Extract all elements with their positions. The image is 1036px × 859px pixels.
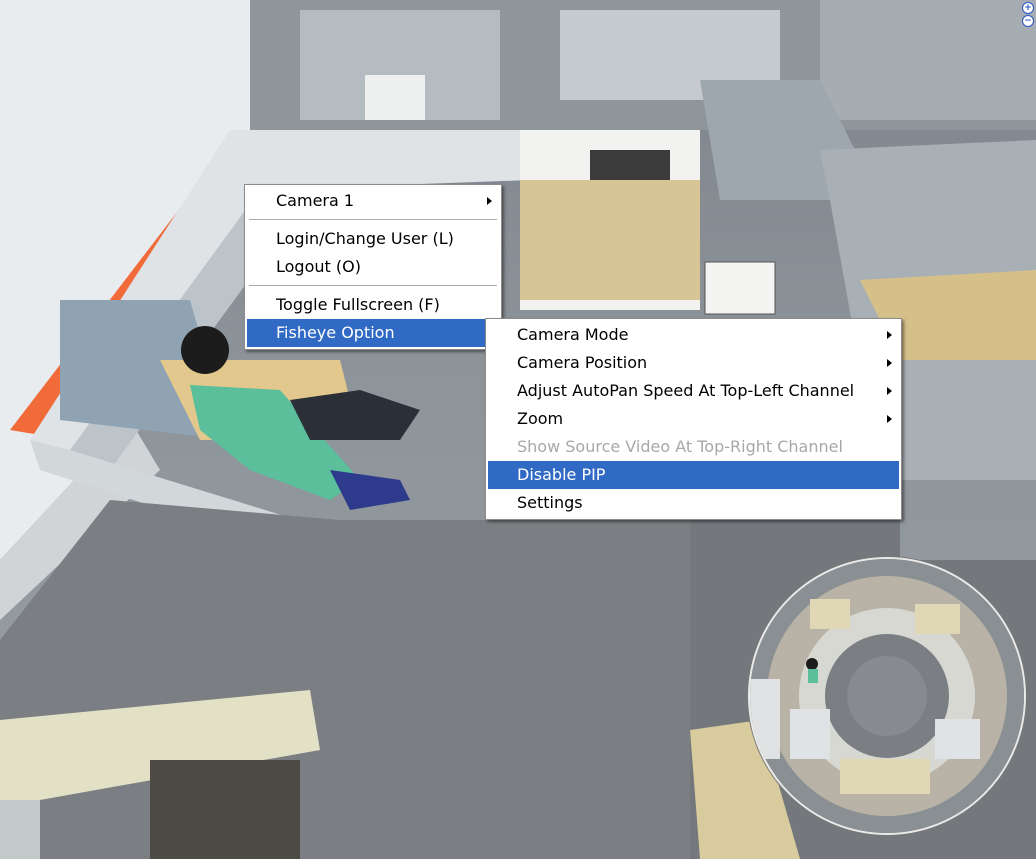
menu-item-show-source-video: Show Source Video At Top-Right Channel — [488, 433, 899, 461]
menu-item-zoom[interactable]: Zoom — [488, 405, 899, 433]
menu-item-settings[interactable]: Settings — [488, 489, 899, 517]
submenu-arrow-icon — [887, 387, 892, 395]
submenu-arrow-icon — [887, 331, 892, 339]
menu-item-label: Adjust AutoPan Speed At Top-Left Channel — [517, 381, 855, 400]
menu-separator — [249, 219, 497, 221]
menu-separator — [249, 285, 497, 287]
menu-item-label: Show Source Video At Top-Right Channel — [517, 437, 843, 456]
menu-item-disable-pip[interactable]: Disable PIP — [488, 461, 899, 489]
submenu-arrow-icon — [487, 197, 492, 205]
zoom-out-icon[interactable]: − — [1022, 15, 1034, 27]
submenu-arrow-icon — [887, 359, 892, 367]
menu-item-camera-mode[interactable]: Camera Mode — [488, 321, 899, 349]
menu-item-fisheye-option[interactable]: Fisheye Option — [247, 319, 499, 347]
camera-video-view[interactable]: + − Camera 1 Login/Change User (L) Logou… — [0, 0, 1036, 859]
menu-item-label: Camera Position — [517, 353, 648, 372]
submenu-arrow-icon — [887, 415, 892, 423]
menu-item-label: Login/Change User (L) — [276, 229, 454, 248]
menu-item-toggle-fullscreen[interactable]: Toggle Fullscreen (F) — [247, 291, 499, 319]
menu-item-login-change-user[interactable]: Login/Change User (L) — [247, 225, 499, 253]
menu-item-label: Toggle Fullscreen (F) — [276, 295, 440, 314]
context-menu: Camera 1 Login/Change User (L) Logout (O… — [244, 184, 502, 350]
menu-item-label: Camera Mode — [517, 325, 629, 344]
menu-item-label: Logout (O) — [276, 257, 361, 276]
pip-fisheye-view[interactable] — [748, 557, 1026, 835]
menu-item-label: Zoom — [517, 409, 564, 428]
menu-item-label: Camera 1 — [276, 191, 355, 210]
menu-item-logout[interactable]: Logout (O) — [247, 253, 499, 281]
menu-item-label: Fisheye Option — [276, 323, 395, 342]
menu-item-adjust-autopan-speed[interactable]: Adjust AutoPan Speed At Top-Left Channel — [488, 377, 899, 405]
menu-item-camera-1[interactable]: Camera 1 — [247, 187, 499, 215]
fisheye-submenu: Camera Mode Camera Position Adjust AutoP… — [485, 318, 902, 520]
pip-image — [750, 559, 1024, 833]
menu-item-label: Disable PIP — [517, 465, 606, 484]
zoom-in-icon[interactable]: + — [1022, 2, 1034, 14]
menu-item-label: Settings — [517, 493, 583, 512]
menu-item-camera-position[interactable]: Camera Position — [488, 349, 899, 377]
